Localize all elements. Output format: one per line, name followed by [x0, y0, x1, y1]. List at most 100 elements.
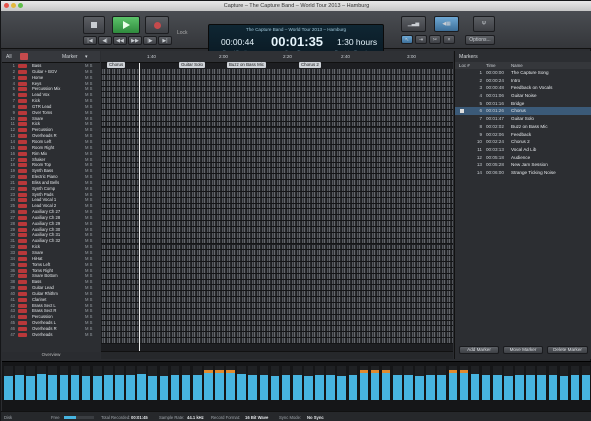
minimize-window-button[interactable] [11, 3, 16, 8]
record-arm-toggle[interactable] [18, 245, 27, 250]
record-arm-toggle[interactable] [18, 104, 27, 109]
record-arm-toggle[interactable] [18, 233, 27, 238]
marker-row[interactable]: 7 00:01:47 Guitar Solo [455, 115, 591, 123]
track-name[interactable]: Overheads [32, 332, 52, 338]
previous-marker-button[interactable]: ◀| [98, 36, 112, 45]
record-arm-toggle[interactable] [18, 69, 27, 74]
record-arm-toggle[interactable] [18, 215, 27, 220]
record-arm-toggle[interactable] [18, 332, 27, 337]
marker-row[interactable]: 3 00:00:48 Feedback on Vocals [455, 84, 591, 92]
fast-forward-button[interactable]: ▶▶ [128, 36, 142, 45]
delete-marker-button[interactable]: Delete Marker [547, 346, 588, 354]
playhead[interactable] [139, 63, 140, 355]
go-to-start-button[interactable]: |◀ [83, 36, 97, 45]
record-arm-toggle[interactable] [18, 99, 27, 104]
split-tool-button[interactable]: ✂ [429, 35, 441, 44]
close-window-button[interactable] [4, 3, 9, 8]
record-arm-toggle[interactable] [18, 280, 27, 285]
marker-row[interactable]: 8 00:02:02 Buzz on Bass Mic [455, 123, 591, 131]
record-arm-toggle[interactable] [18, 221, 27, 226]
record-arm-toggle[interactable] [18, 110, 27, 115]
record-arm-toggle[interactable] [18, 262, 27, 267]
tuning-fork-button[interactable]: Ψ [473, 16, 495, 32]
all-label[interactable]: All [6, 54, 12, 60]
time-ruler[interactable]: 1:40 2:00 2:20 2:40 3:00 [101, 51, 453, 63]
record-arm-toggle[interactable] [18, 297, 27, 302]
timeline-marker[interactable]: Guitar Solo [179, 62, 205, 68]
mute-tool-button[interactable]: × [443, 35, 455, 44]
record-arm-toggle[interactable] [18, 326, 27, 331]
zoom-window-button[interactable] [18, 3, 23, 8]
meter-view-button[interactable]: ▁▃▅ [401, 16, 426, 32]
options-button[interactable]: Options... [465, 35, 495, 45]
record-arm-toggle[interactable] [18, 251, 27, 255]
marker-row[interactable]: 4 00:01:06 Guitar Noise [455, 92, 591, 100]
stop-button[interactable] [83, 16, 105, 34]
record-arm-toggle[interactable] [18, 163, 27, 168]
record-arm-toggle[interactable] [18, 204, 27, 209]
record-arm-toggle[interactable] [18, 210, 27, 215]
record-arm-toggle[interactable] [18, 268, 27, 273]
record-arm-toggle[interactable] [18, 157, 27, 162]
pointer-tool-button[interactable]: ↖ [401, 35, 413, 44]
record-arm-toggle[interactable] [18, 315, 27, 320]
record-arm-toggle[interactable] [18, 139, 27, 144]
play-button[interactable] [112, 16, 140, 34]
go-to-end-button[interactable]: ▶| [158, 36, 172, 45]
marker-row[interactable]: 5 00:01:16 Bridge [455, 100, 591, 108]
record-arm-toggle[interactable] [18, 134, 27, 139]
record-arm-toggle[interactable] [18, 128, 27, 133]
record-arm-toggle[interactable] [18, 64, 27, 68]
horizontal-scrollbar[interactable] [101, 351, 453, 359]
record-arm-toggle[interactable] [18, 198, 27, 203]
record-arm-toggle[interactable] [18, 93, 27, 98]
record-arm-toggle[interactable] [18, 286, 27, 291]
marker-row[interactable]: 11 00:03:13 Vocal Ad Lib [455, 146, 591, 154]
record-arm-toggle[interactable] [18, 180, 27, 185]
marker-row[interactable]: 6 00:01:26 Chorus [455, 107, 591, 116]
record-arm-toggle[interactable] [18, 116, 27, 121]
move-marker-button[interactable]: Move Marker [503, 346, 543, 354]
record-arm-toggle[interactable] [18, 274, 27, 279]
record-arm-toggle[interactable] [18, 151, 27, 156]
mute-solo-toggles[interactable]: M S [85, 332, 92, 338]
record-arm-toggle[interactable] [18, 175, 27, 180]
timeline-marker[interactable]: Chorus 2 [299, 62, 321, 68]
marker-row[interactable]: 9 00:02:06 Feedback [455, 131, 591, 139]
record-arm-toggle[interactable] [18, 75, 27, 80]
timeline-marker[interactable]: Chorus [107, 62, 126, 68]
record-arm-toggle[interactable] [18, 291, 27, 296]
record-arm-toggle[interactable] [18, 227, 27, 232]
record-arm-toggle[interactable] [18, 309, 27, 314]
marker-row[interactable]: 14 00:06:00 Strange Ticking Noise [455, 169, 591, 177]
chevron-down-icon[interactable]: ▾ [85, 54, 88, 60]
record-arm-toggle[interactable] [18, 321, 27, 326]
marker-row[interactable]: 2 00:00:24 Intro [455, 77, 591, 85]
rewind-button[interactable]: ◀◀ [113, 36, 127, 45]
range-tool-button[interactable]: ⇥ [415, 35, 427, 44]
marker-row[interactable]: 13 00:05:28 New Jam Session [455, 161, 591, 169]
record-arm-toggle[interactable] [18, 256, 27, 261]
record-arm-toggle[interactable] [18, 87, 27, 92]
lock-label[interactable]: Lock [177, 30, 188, 36]
record-arm-toggle[interactable] [18, 186, 27, 191]
next-marker-button[interactable]: |▶ [143, 36, 157, 45]
record-arm-toggle[interactable] [18, 122, 27, 127]
record-arm-toggle[interactable] [18, 192, 27, 197]
marker-row[interactable]: 12 00:05:18 Audience [455, 154, 591, 162]
tracks-view-button[interactable]: ◀▦ [434, 16, 459, 32]
record-arm-toggle[interactable] [18, 145, 27, 150]
track-row[interactable]: 47 Overheads M S [2, 332, 100, 338]
record-arm-toggle[interactable] [18, 81, 27, 86]
record-all-toggle[interactable] [20, 53, 28, 60]
record-arm-toggle[interactable] [18, 303, 27, 308]
record-button[interactable] [145, 16, 169, 34]
track-lane[interactable] [101, 338, 453, 344]
marker-row[interactable]: 10 00:02:24 Chorus 2 [455, 138, 591, 146]
track-lanes[interactable] [101, 63, 453, 355]
timeline-marker[interactable]: Buzz on Bass Mic [227, 62, 266, 68]
marker-row[interactable]: 1 00:00:00 The Capture Song [455, 69, 591, 77]
add-marker-button[interactable]: Add Marker [459, 346, 499, 354]
record-arm-toggle[interactable] [18, 239, 27, 244]
record-arm-toggle[interactable] [18, 169, 27, 174]
